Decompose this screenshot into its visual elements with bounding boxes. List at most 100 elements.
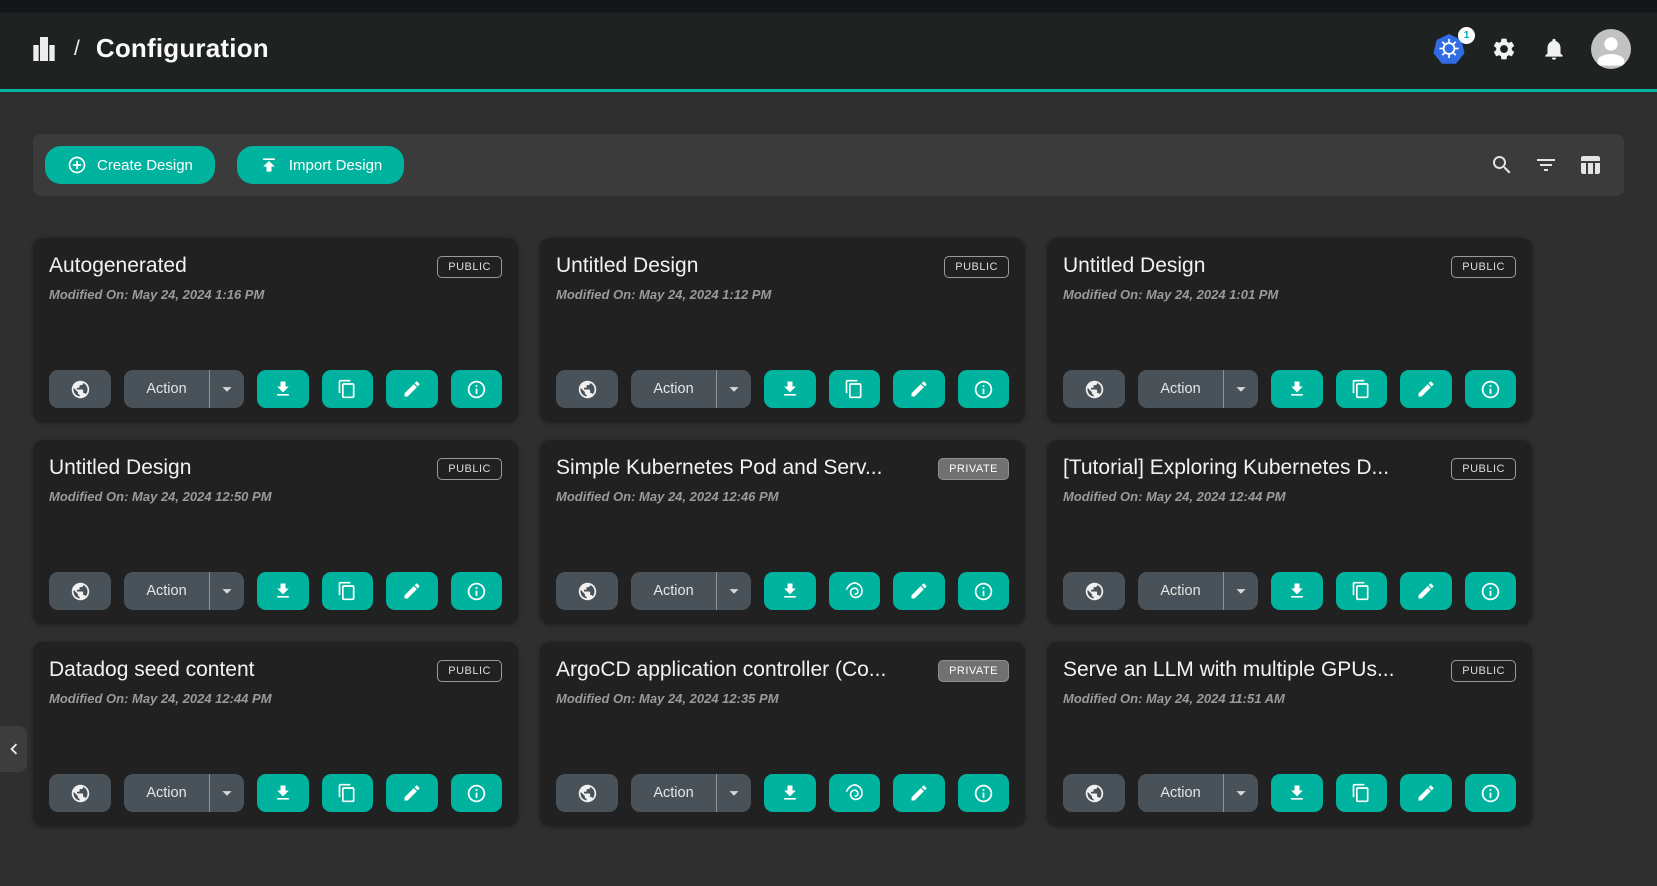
copy-button[interactable] — [322, 370, 374, 408]
visibility-badge: PUBLIC — [1451, 660, 1516, 682]
info-icon — [973, 783, 994, 804]
design-card[interactable]: Untitled Design PUBLIC Modified On: May … — [33, 440, 518, 624]
table-view-icon[interactable] — [1578, 153, 1602, 177]
search-icon[interactable] — [1490, 153, 1514, 177]
import-design-button[interactable]: Import Design — [237, 146, 404, 184]
caret-down-icon[interactable] — [210, 378, 244, 400]
visibility-badge: PUBLIC — [437, 660, 502, 682]
notification-count-badge: 1 — [1458, 27, 1475, 44]
download-button[interactable] — [764, 572, 816, 610]
caret-down-icon[interactable] — [210, 580, 244, 602]
visibility-globe-button[interactable] — [1063, 572, 1125, 610]
caret-down-icon[interactable] — [717, 580, 751, 602]
bell-icon[interactable] — [1541, 36, 1567, 62]
copy-button[interactable] — [1336, 370, 1388, 408]
info-button[interactable] — [958, 370, 1010, 408]
visibility-globe-button[interactable] — [556, 370, 618, 408]
info-icon — [1480, 783, 1501, 804]
design-title: Datadog seed content — [49, 658, 425, 682]
caret-down-icon[interactable] — [210, 782, 244, 804]
copy-icon — [337, 783, 357, 803]
edit-button[interactable] — [893, 572, 945, 610]
card-actions: Action — [556, 572, 1009, 610]
caret-down-icon[interactable] — [717, 782, 751, 804]
visibility-globe-button[interactable] — [1063, 774, 1125, 812]
gear-icon[interactable] — [1491, 36, 1517, 62]
action-dropdown-button[interactable]: Action — [124, 572, 244, 610]
create-design-button[interactable]: Create Design — [45, 146, 215, 184]
caret-down-icon[interactable] — [1224, 782, 1258, 804]
download-button[interactable] — [1271, 572, 1323, 610]
visibility-globe-button[interactable] — [49, 774, 111, 812]
edit-button[interactable] — [1400, 572, 1452, 610]
caret-down-icon[interactable] — [1224, 378, 1258, 400]
design-card[interactable]: ArgoCD application controller (Co... PRI… — [540, 642, 1025, 826]
download-button[interactable] — [257, 572, 309, 610]
visibility-globe-button[interactable] — [49, 572, 111, 610]
action-dropdown-button[interactable]: Action — [1138, 572, 1258, 610]
info-button[interactable] — [958, 572, 1010, 610]
download-button[interactable] — [1271, 370, 1323, 408]
copy-button[interactable] — [322, 774, 374, 812]
edit-button[interactable] — [386, 370, 438, 408]
design-card[interactable]: Simple Kubernetes Pod and Serv... PRIVAT… — [540, 440, 1025, 624]
visibility-globe-button[interactable] — [49, 370, 111, 408]
action-dropdown-button[interactable]: Action — [1138, 774, 1258, 812]
design-card[interactable]: [Tutorial] Exploring Kubernetes D... PUB… — [1047, 440, 1532, 624]
visibility-globe-button[interactable] — [1063, 370, 1125, 408]
copy-button[interactable] — [829, 370, 881, 408]
edit-button[interactable] — [386, 572, 438, 610]
organization-icon[interactable] — [28, 33, 60, 65]
card-header: Autogenerated PUBLIC — [49, 254, 502, 278]
kubernetes-context-button[interactable]: 1 — [1433, 33, 1467, 65]
filter-icon[interactable] — [1534, 153, 1558, 177]
download-button[interactable] — [764, 774, 816, 812]
visibility-badge: PUBLIC — [1451, 256, 1516, 278]
design-card[interactable]: Serve an LLM with multiple GPUs... PUBLI… — [1047, 642, 1532, 826]
action-dropdown-button[interactable]: Action — [1138, 370, 1258, 408]
design-card[interactable]: Untitled Design PUBLIC Modified On: May … — [540, 238, 1025, 422]
kanvas-button[interactable] — [829, 572, 881, 610]
info-button[interactable] — [1465, 370, 1517, 408]
copy-button[interactable] — [322, 572, 374, 610]
card-actions: Action — [1063, 572, 1516, 610]
action-dropdown-button[interactable]: Action — [631, 572, 751, 610]
visibility-globe-button[interactable] — [556, 572, 618, 610]
download-button[interactable] — [1271, 774, 1323, 812]
card-header: Untitled Design PUBLIC — [1063, 254, 1516, 278]
info-button[interactable] — [958, 774, 1010, 812]
action-dropdown-button[interactable]: Action — [631, 370, 751, 408]
design-card[interactable]: Datadog seed content PUBLIC Modified On:… — [33, 642, 518, 826]
info-button[interactable] — [451, 370, 503, 408]
design-card[interactable]: Untitled Design PUBLIC Modified On: May … — [1047, 238, 1532, 422]
card-actions: Action — [556, 774, 1009, 812]
edit-button[interactable] — [1400, 370, 1452, 408]
copy-icon — [1351, 783, 1371, 803]
download-icon — [780, 379, 800, 399]
download-button[interactable] — [257, 774, 309, 812]
action-dropdown-button[interactable]: Action — [631, 774, 751, 812]
visibility-globe-button[interactable] — [556, 774, 618, 812]
design-card[interactable]: Autogenerated PUBLIC Modified On: May 24… — [33, 238, 518, 422]
copy-button[interactable] — [1336, 774, 1388, 812]
avatar[interactable] — [1591, 29, 1631, 69]
download-button[interactable] — [764, 370, 816, 408]
kanvas-button[interactable] — [829, 774, 881, 812]
action-dropdown-button[interactable]: Action — [124, 370, 244, 408]
kanvas-swirl-icon — [843, 782, 865, 804]
edit-button[interactable] — [893, 774, 945, 812]
edit-button[interactable] — [893, 370, 945, 408]
info-button[interactable] — [451, 572, 503, 610]
copy-button[interactable] — [1336, 572, 1388, 610]
download-button[interactable] — [257, 370, 309, 408]
info-button[interactable] — [451, 774, 503, 812]
info-button[interactable] — [1465, 572, 1517, 610]
info-button[interactable] — [1465, 774, 1517, 812]
card-header: [Tutorial] Exploring Kubernetes D... PUB… — [1063, 456, 1516, 480]
caret-down-icon[interactable] — [717, 378, 751, 400]
edit-button[interactable] — [386, 774, 438, 812]
drawer-collapse-toggle[interactable] — [0, 726, 27, 772]
caret-down-icon[interactable] — [1224, 580, 1258, 602]
action-dropdown-button[interactable]: Action — [124, 774, 244, 812]
edit-button[interactable] — [1400, 774, 1452, 812]
